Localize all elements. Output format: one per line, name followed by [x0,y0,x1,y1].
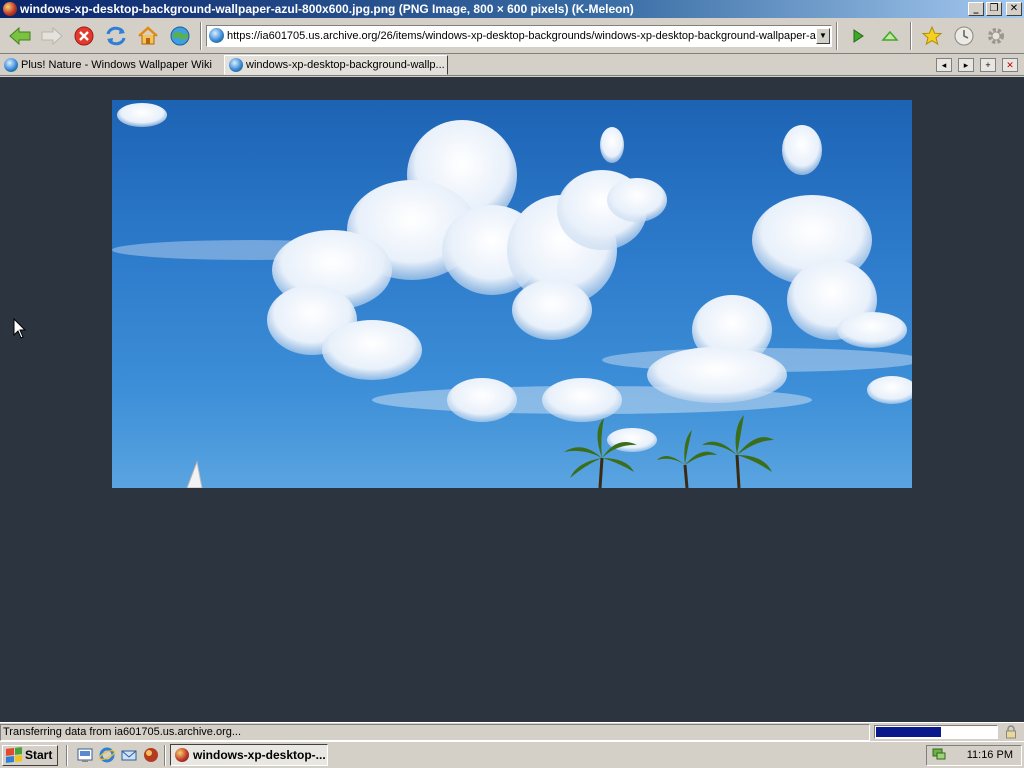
back-arrow-icon [9,26,31,45]
sky-clouds-image [112,103,912,488]
mouse-cursor-icon [13,318,27,339]
wallpaper-image[interactable] [112,100,912,488]
toolbar-separator [910,21,912,50]
toolbar-separator [200,21,202,50]
tab-plus-nature[interactable]: Plus! Nature - Windows Wallpaper Wiki [0,55,224,75]
taskbar-button-k-meleon[interactable]: windows-xp-desktop-... [170,744,328,766]
url-bar[interactable]: ▼ [206,24,832,47]
k-meleon-app-icon[interactable] [3,2,17,16]
start-button[interactable]: Start [2,744,58,766]
status-bar: Transferring data from ia601705.us.archi… [0,722,1024,741]
security-lock-icon[interactable] [1002,724,1020,740]
tab-next-button[interactable]: ▸ [958,57,974,72]
up-triangle-icon [881,30,899,41]
tab-previous-button[interactable]: ◂ [936,57,952,72]
site-favicon-icon [209,28,224,43]
system-tray: 11:16 PM [926,744,1022,766]
reload-icon [106,26,126,45]
gear-icon [988,27,1004,44]
taskbar: Start windows-xp-desktop-... 11:16 PM [0,741,1024,768]
quick-launch [76,746,160,764]
taskbar-separator [164,744,166,766]
navigation-toolbar: ▼ [0,18,1024,54]
star-icon [921,25,943,45]
history-button[interactable] [950,22,978,50]
tab-bar: Plus! Nature - Windows Wallpaper Wiki wi… [0,54,1024,76]
home-button[interactable] [134,22,162,50]
close-button[interactable]: ✕ [1006,2,1022,16]
taskbar-separator [66,744,68,766]
network-tray-icon[interactable] [931,746,947,765]
preferences-button[interactable] [982,22,1010,50]
progress-fill [876,727,942,737]
minimize-button[interactable]: _ [968,2,984,16]
show-desktop-icon[interactable] [76,746,94,764]
home-icon [138,25,158,44]
tab-favicon-icon [229,58,243,72]
k-meleon-launch-icon[interactable] [142,746,160,764]
globe-icon [170,26,190,45]
title-bar[interactable]: windows-xp-desktop-background-wallpaper-… [0,0,1024,18]
forward-arrow-icon [41,26,63,45]
tab-label: windows-xp-desktop-background-wallp... [246,59,445,71]
go-site-button[interactable] [166,22,194,50]
stop-icon [74,26,94,45]
tab-controls: ◂ ▸ + ✕ [936,57,1018,72]
bookmarks-button[interactable] [918,22,946,50]
up-button[interactable] [876,22,904,50]
stop-button[interactable] [70,22,98,50]
window-controls: _ ❐ ✕ [968,2,1022,16]
outlook-express-icon[interactable] [120,746,138,764]
internet-explorer-icon[interactable] [98,746,116,764]
toolbar-separator [836,21,838,50]
tab-wallpaper-image[interactable]: windows-xp-desktop-background-wallp... [224,55,448,75]
tab-label: Plus! Nature - Windows Wallpaper Wiki [21,59,212,71]
forward-button[interactable] [38,22,66,50]
close-tab-button[interactable]: ✕ [1002,57,1018,72]
clock-icon [954,26,974,45]
k-meleon-task-icon [175,748,189,762]
back-button[interactable] [6,22,34,50]
status-text: Transferring data from ia601705.us.archi… [0,723,870,741]
window-title: windows-xp-desktop-background-wallpaper-… [20,2,634,16]
clock[interactable]: 11:16 PM [967,749,1013,761]
tab-favicon-icon [4,58,18,72]
windows-logo-icon [6,747,22,763]
loading-progress-bar [874,725,998,739]
page-content [0,77,1024,722]
url-dropdown-icon[interactable]: ▼ [816,27,830,44]
new-tab-button[interactable]: + [980,57,996,72]
go-button[interactable] [844,22,872,50]
url-input[interactable] [227,26,816,45]
task-label: windows-xp-desktop-... [193,748,326,762]
play-arrow-icon [853,28,864,43]
maximize-button[interactable]: ❐ [986,2,1002,16]
start-label: Start [25,748,53,762]
reload-button[interactable] [102,22,130,50]
